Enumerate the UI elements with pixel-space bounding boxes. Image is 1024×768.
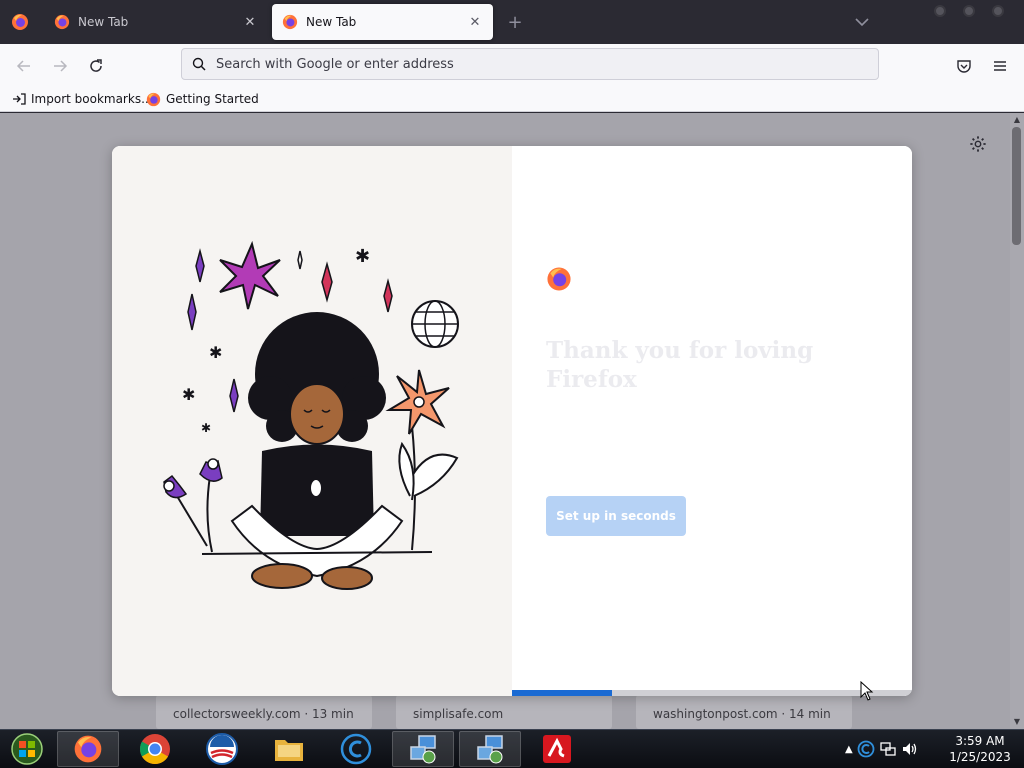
bookmarks-toolbar: Import bookmarks... Getting Started [0,86,1024,112]
taskbar-ccleaner[interactable] [325,731,387,767]
reload-icon [90,59,102,72]
mouse-cursor-icon [860,681,874,701]
address-bar[interactable] [181,48,879,80]
obama-logo-icon [206,733,238,765]
folder-icon [275,740,303,761]
close-icon[interactable]: ✕ [467,14,483,30]
reload-button[interactable] [82,52,110,80]
ccleaner-tray-icon[interactable] [857,740,875,758]
firefox-icon [547,267,571,291]
svg-text:✱: ✱ [201,421,211,435]
svg-text:✱: ✱ [355,246,370,267]
maximize-button[interactable] [963,5,975,17]
navigation-toolbar [0,44,1024,86]
system-clock[interactable]: 3:59 AM 1/25/2023 [940,733,1020,765]
top-site-meta: collectorsweekly.com · 13 min [173,707,354,721]
pocket-icon [957,60,971,73]
taskbar-network-tool[interactable] [459,731,521,767]
firefox-icon [74,735,102,763]
top-site-meta: washingtonpost.com · 14 min [653,707,831,721]
onboarding-progress-fill [512,690,612,696]
taskbar-avira[interactable] [526,731,588,767]
close-icon[interactable]: ✕ [242,14,258,30]
gear-icon [970,136,986,152]
clock-time: 3:59 AM [955,734,1005,748]
tab-title: New Tab [78,15,129,29]
firefox-icon [54,14,70,30]
onboarding-modal: ✱ ✱ ✱ ✱ Thank you for loving Firefox Set… [112,146,912,696]
tab-strip: New Tab ✕ New Tab ✕ + [0,0,1024,44]
ccleaner-icon [340,733,372,765]
onboarding-progress [512,690,912,696]
search-icon [190,55,208,73]
taskbar-firefox[interactable] [57,731,119,767]
scroll-down-arrow[interactable]: ▼ [1012,717,1022,727]
firefox-icon [282,14,298,30]
scroll-thumb[interactable] [1012,127,1021,245]
taskbar-file-explorer[interactable] [258,731,320,767]
hamburger-menu-icon [994,61,1006,71]
firefox-logo [546,266,572,292]
top-site-card[interactable]: simplisafe.com [396,695,612,729]
bookmark-label: Getting Started [166,92,259,106]
windows-taskbar: ▲ 3:59 AM 1/25/2023 [0,729,1024,768]
chevron-down-icon [855,18,869,27]
tab-inactive[interactable]: New Tab ✕ [44,4,268,40]
tab-active[interactable]: New Tab ✕ [272,4,493,40]
plus-icon: + [507,11,523,33]
network-icon[interactable] [879,740,897,758]
windows-start-icon [11,733,43,765]
onboarding-illustration-panel: ✱ ✱ ✱ ✱ [112,146,512,696]
svg-text:✱: ✱ [182,385,195,404]
forward-button[interactable] [46,52,74,80]
top-site-card[interactable]: collectorsweekly.com · 13 min [156,695,372,729]
woman-with-laptop-illustration: ✱ ✱ ✱ ✱ [163,240,459,590]
firefox-icon [146,92,161,106]
onboarding-text-panel: Thank you for loving Firefox Set up in s… [512,146,912,696]
list-all-tabs-button[interactable] [852,12,872,32]
svg-text:✱: ✱ [209,343,222,362]
show-hidden-icons-button[interactable]: ▲ [845,744,853,755]
top-site-meta: simplisafe.com [413,707,504,721]
tab-title: New Tab [306,15,357,29]
new-tab-page: collectorsweekly.com · 13 min simplisafe… [0,113,1024,729]
volume-icon[interactable] [901,740,919,758]
arrow-right-icon [54,60,68,72]
chrome-icon [139,734,170,765]
personalize-button[interactable] [966,132,990,156]
taskbar-network-tool[interactable] [392,731,454,767]
onboarding-title: Thank you for loving Firefox [546,337,814,393]
taskbar-campaign-app[interactable] [191,731,253,767]
bookmark-label: Import bookmarks... [31,92,153,106]
app-menu-button[interactable] [986,52,1014,80]
avira-icon [543,735,571,763]
clock-date: 1/25/2023 [949,750,1011,764]
top-site-card[interactable]: washingtonpost.com · 14 min [636,695,852,729]
network-computer-icon [410,735,436,764]
arrow-left-icon [16,60,30,72]
minimize-button[interactable] [934,5,946,17]
top-sites-row: collectorsweekly.com · 13 min simplisafe… [0,695,1010,729]
firefox-icon [12,14,28,30]
network-computer-icon [477,735,503,764]
close-window-button[interactable] [992,5,1004,17]
bookmark-getting-started[interactable]: Getting Started [146,90,259,108]
start-button[interactable] [8,732,46,766]
back-button[interactable] [10,52,38,80]
firefox-view-button[interactable] [8,10,32,34]
taskbar-chrome[interactable] [124,731,186,767]
system-tray: ▲ [845,730,919,768]
page-scrollbar[interactable]: ▲ ▼ [1010,113,1024,729]
import-icon [13,93,26,105]
bookmark-import[interactable]: Import bookmarks... [12,90,153,108]
new-tab-button[interactable]: + [503,10,527,34]
scroll-up-arrow[interactable]: ▲ [1012,115,1022,125]
setup-button[interactable]: Set up in seconds [546,496,686,536]
address-input[interactable] [216,56,856,72]
pocket-button[interactable] [950,52,978,80]
